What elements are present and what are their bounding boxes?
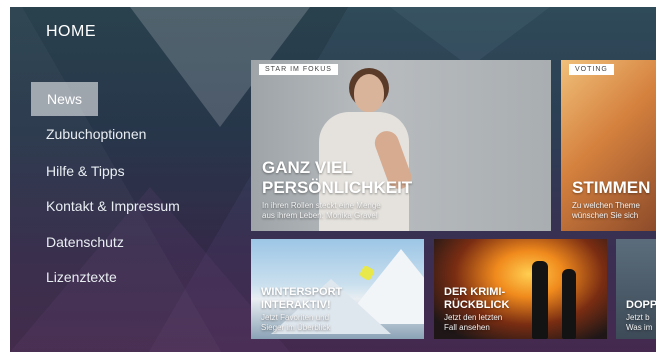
tile-dopp[interactable]: DOPP Jetzt b Was im <box>616 239 656 339</box>
menu-item-kontakt-impressum[interactable]: Kontakt & Impressum <box>31 189 195 223</box>
background-shape <box>390 7 550 67</box>
tile-star-im-fokus[interactable]: STAR IM FOKUS GANZ VIEL PERSÖNLICHKEIT I… <box>251 60 551 231</box>
tile-headline: RÜCKBLICK <box>444 299 510 311</box>
tile-subtitle: aus ihrem Leben: Monika Gravel <box>262 211 378 220</box>
tile-subtitle: Sieger im Überblick <box>261 323 331 332</box>
tile-headline: WINTERSPORT <box>261 286 343 298</box>
tile-headline: DOPP <box>626 299 656 311</box>
tile-headline: PERSÖNLICHKEIT <box>262 178 413 197</box>
tile-subtitle: wünschen Sie sich <box>572 211 639 220</box>
menu-item-news[interactable]: News <box>31 82 99 116</box>
menu-item-datenschutz[interactable]: Datenschutz <box>31 225 139 259</box>
menu-item-zubuchoptionen[interactable]: Zubuchoptionen <box>31 117 161 151</box>
person-image <box>354 74 384 112</box>
tile-tag: STAR IM FOKUS <box>259 64 338 75</box>
page-title: HOME <box>46 23 96 40</box>
tile-headline: INTERAKTIV! <box>261 299 331 311</box>
tile-subtitle: Zu welchen Theme <box>572 201 640 210</box>
tile-subtitle: Jetzt den letzten <box>444 313 503 322</box>
tile-subtitle: Was im <box>626 323 653 332</box>
tile-subtitle: Jetzt Favoriten und <box>261 313 330 322</box>
tile-subtitle: Fall ansehen <box>444 323 490 332</box>
person-image <box>532 261 548 339</box>
tv-home-screen: HOME News Zubuchoptionen Hilfe & Tipps K… <box>10 7 656 352</box>
person-image <box>562 269 576 339</box>
tile-headline: DER KRIMI- <box>444 286 506 298</box>
tile-headline: STIMMEN <box>572 178 651 197</box>
tile-wintersport[interactable]: WINTERSPORT INTERAKTIV! Jetzt Favoriten … <box>251 239 424 339</box>
tile-subtitle: In ihren Rollen steckt eine Menge <box>262 201 381 210</box>
tile-headline: GANZ VIEL <box>262 158 353 177</box>
menu-item-lizenztexte[interactable]: Lizenztexte <box>31 260 132 294</box>
menu-item-hilfe-tipps[interactable]: Hilfe & Tipps <box>31 154 140 188</box>
tile-krimi-rueckblick[interactable]: DER KRIMI- RÜCKBLICK Jetzt den letzten F… <box>434 239 607 339</box>
tile-subtitle: Jetzt b <box>626 313 650 322</box>
tile-voting[interactable]: VOTING STIMMEN Zu welchen Theme wünschen… <box>561 60 656 231</box>
tile-tag: VOTING <box>569 64 614 75</box>
